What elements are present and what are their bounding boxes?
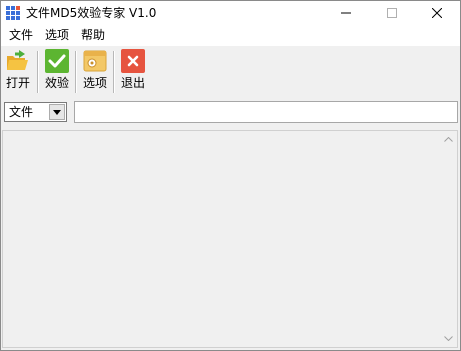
main-window: 文件MD5效验专家 V1.0 文件 选项 帮助 打开 效验 选项 退出 文件 [0,0,461,351]
vertical-scrollbar[interactable] [440,131,457,347]
scroll-down-button[interactable] [440,330,457,347]
exit-button[interactable]: 退出 [119,49,147,95]
input-row: 文件 [1,99,460,127]
close-button[interactable] [414,1,460,25]
open-label: 打开 [5,76,30,90]
open-button[interactable]: 打开 [4,49,32,95]
minimize-icon [341,12,351,14]
exit-label: 退出 [120,76,145,90]
result-area[interactable] [2,130,458,348]
maximize-icon [387,8,397,18]
verify-label: 效验 [44,76,69,90]
chevron-down-icon[interactable] [49,104,65,120]
close-icon [432,8,442,18]
path-input[interactable] [74,101,458,123]
options-button[interactable]: 选项 [81,49,109,95]
scroll-up-button[interactable] [440,131,457,148]
app-grid-icon [6,6,21,21]
toolbar-separator [37,51,39,93]
settings-window-icon [83,49,107,73]
type-select-value: 文件 [9,105,34,119]
verify-button[interactable]: 效验 [43,49,71,95]
checkmark-icon [45,49,69,73]
close-x-icon [121,49,145,73]
options-label: 选项 [82,76,107,90]
chevron-down-icon [444,336,453,341]
chevron-up-icon [444,137,453,142]
menu-help[interactable]: 帮助 [75,26,111,45]
menu-options[interactable]: 选项 [39,26,75,45]
title-bar: 文件MD5效验专家 V1.0 [1,1,460,25]
maximize-button[interactable] [369,1,415,25]
type-select[interactable]: 文件 [4,102,67,122]
folder-open-icon [6,49,30,73]
toolbar-separator [113,51,115,93]
menu-file[interactable]: 文件 [3,26,39,45]
minimize-button[interactable] [323,1,369,25]
menu-bar: 文件 选项 帮助 [1,25,460,46]
toolbar-separator [75,51,77,93]
window-title: 文件MD5效验专家 V1.0 [26,6,157,20]
toolbar: 打开 效验 选项 退出 [1,46,460,96]
